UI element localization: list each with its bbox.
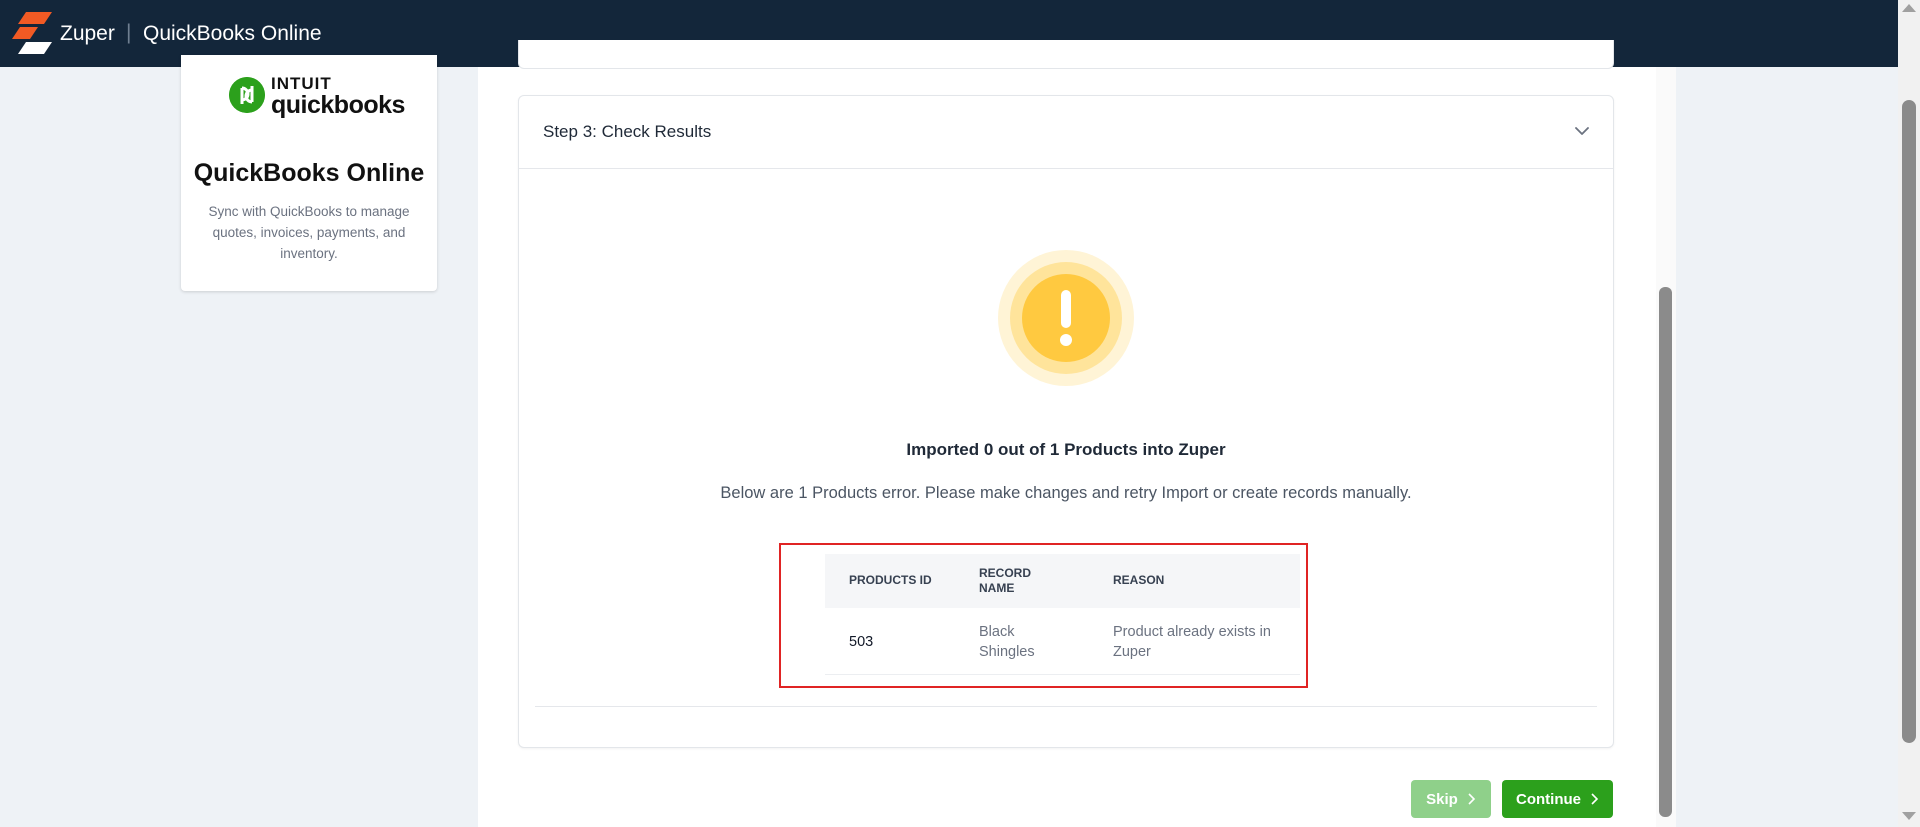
integration-title: QuickBooks Online	[193, 159, 425, 187]
skip-button[interactable]: Skip	[1411, 780, 1491, 818]
continue-button[interactable]: Continue	[1502, 780, 1613, 818]
quickbooks-icon	[229, 77, 265, 113]
step-card: Step 3: Check Results Imported 0 out of …	[518, 95, 1614, 748]
zuper-logo-icon	[12, 12, 52, 54]
step-title: Step 3: Check Results	[543, 122, 712, 141]
error-table: PRODUCTS ID RECORD NAME REASON 503 Black…	[825, 554, 1300, 675]
column-header-products-id: PRODUCTS ID	[849, 573, 932, 587]
quickbooks-logo: INTUIT quickbooks	[229, 75, 405, 119]
chevron-right-icon	[1468, 793, 1475, 805]
table-header: PRODUCTS ID RECORD NAME REASON	[825, 554, 1300, 608]
skip-label: Skip	[1426, 790, 1458, 808]
import-result-subtitle: Below are 1 Products error. Please make …	[720, 484, 1412, 502]
chevron-down-icon[interactable]	[1573, 122, 1591, 140]
continue-label: Continue	[1516, 790, 1581, 808]
page-scrollbar-thumb[interactable]	[1902, 100, 1916, 743]
integration-description: Sync with QuickBooks to manage quotes, i…	[208, 204, 410, 261]
step-header[interactable]: Step 3: Check Results	[519, 96, 1613, 169]
scroll-down-icon[interactable]	[1902, 812, 1916, 820]
quickbooks-wordmark: quickbooks	[271, 91, 405, 119]
cell-product-id: 503	[849, 634, 874, 650]
import-result-title: Imported 0 out of 1 Products into Zuper	[906, 440, 1226, 459]
cell-record-name: Black Shingles	[979, 624, 1035, 660]
cell-reason: Product already exists in Zuper	[1113, 624, 1271, 660]
column-header-record-name: RECORD NAME	[979, 566, 1032, 595]
chevron-right-icon	[1591, 793, 1599, 805]
header-separator: |	[126, 21, 132, 44]
app-title: QuickBooks Online	[143, 22, 322, 45]
divider	[535, 706, 1597, 707]
content-scrollbar-thumb[interactable]	[1659, 287, 1672, 817]
table-row: 503 Black Shingles Product already exist…	[825, 608, 1300, 675]
scroll-up-icon[interactable]	[1902, 4, 1916, 12]
brand-name[interactable]: Zuper	[60, 20, 115, 47]
warning-icon	[998, 250, 1134, 386]
column-header-reason: REASON	[1113, 573, 1165, 587]
integration-card: INTUIT quickbooks QuickBooks Online Sync…	[181, 55, 437, 291]
previous-step-card	[518, 40, 1614, 69]
